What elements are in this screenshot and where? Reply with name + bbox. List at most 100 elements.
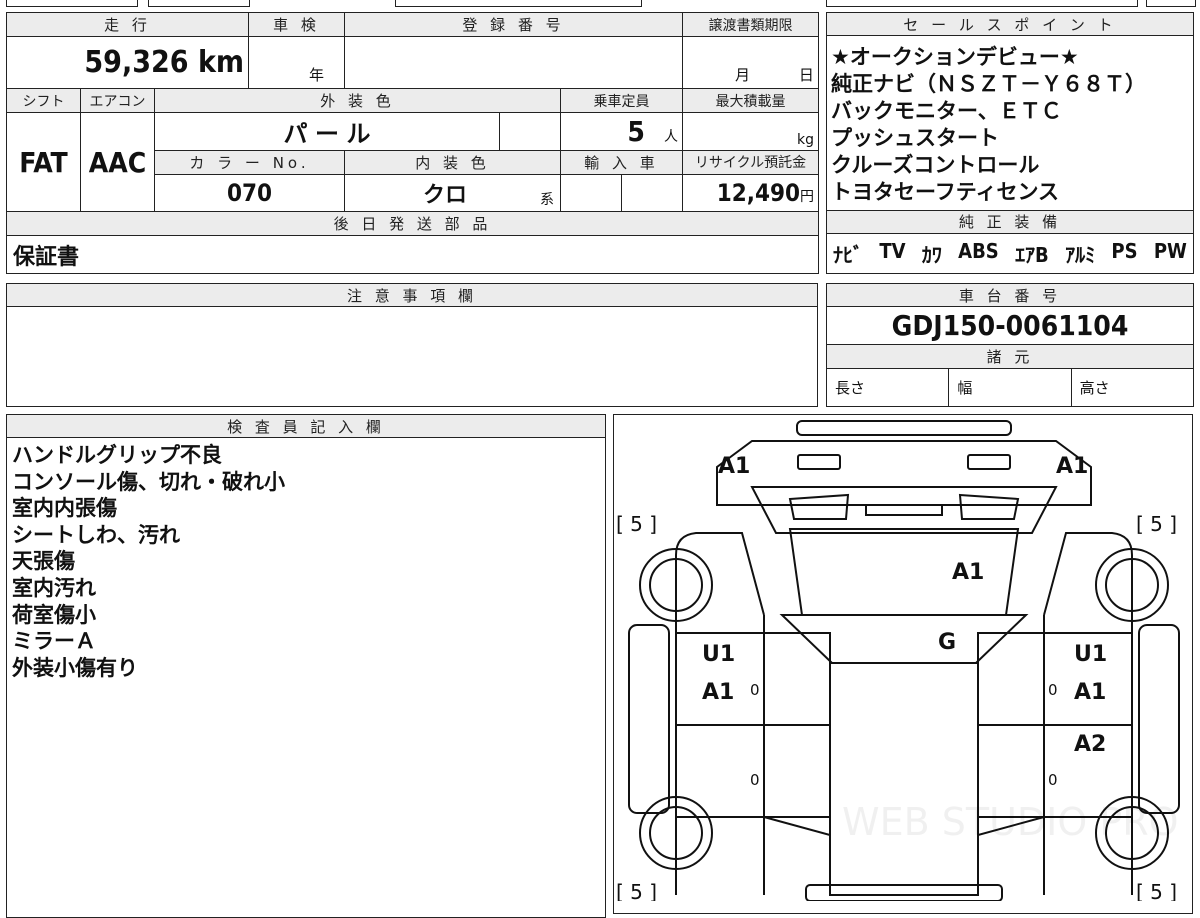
roof-shape	[829, 662, 979, 896]
later-parts-header: 後 日 発 送 部 品	[5, 211, 820, 237]
later-parts-value: 保証書	[5, 235, 820, 274]
capacity-header: 乗車定員	[560, 88, 684, 114]
spec-header: 諸 元	[826, 344, 1194, 369]
front-bumper-shape	[796, 420, 1012, 436]
interior-color-suffix: 系	[540, 192, 555, 209]
inspection-cell: 年 月	[248, 35, 346, 90]
inspector-note: 荷室傷小	[12, 602, 96, 627]
inspector-note: ハンドルグリップ不良	[12, 443, 222, 467]
tire-label-rear-right: [ 5 ]	[1136, 880, 1177, 901]
mark-windshield: G	[938, 630, 956, 655]
capacity-value: 5	[627, 114, 645, 148]
mirror-left-shape	[628, 624, 670, 814]
tread-mark: 0	[750, 681, 760, 699]
equipment-item: ｱﾙﾐ	[1065, 242, 1096, 267]
equipment-list: ﾅﾋﾞ TV ｶﾜ ABS ｴｱB ｱﾙﾐ PS PW	[826, 232, 1194, 275]
chassis-table: 車 台 番 号 GDJ150-0061104 諸 元 長さ 幅 高さ	[825, 282, 1195, 408]
headlamp-right-shape	[967, 454, 1011, 470]
spec-length: 長さ	[825, 367, 950, 408]
sales-points-body: ★オークションデビュー★ 純正ナビ（ＮＳＺＴ－Ｙ６８Ｔ） バックモニター、ＥＴＣ…	[826, 35, 1194, 211]
transfer-deadline-cell: 月 日	[682, 35, 820, 90]
mileage-value: 59,326	[84, 45, 189, 81]
spec-height: 高さ	[1070, 367, 1195, 408]
top-remnant	[395, 0, 642, 7]
sales-point-line: クルーズコントロール	[831, 153, 1040, 178]
mirror-right-shape	[1138, 624, 1180, 814]
recycle-fee-cell: 12,490円	[682, 173, 820, 213]
interior-color-header: 内 装 色	[344, 149, 562, 175]
equipment-item: PS	[1111, 238, 1138, 263]
shift-value: FAT	[6, 112, 81, 213]
sales-point-line: プッシュスタート	[831, 126, 999, 151]
inspector-header: 検 査 員 記 入 欄	[6, 414, 606, 438]
inspector-note: 天張傷	[12, 549, 75, 574]
recycle-fee-unit: 円	[800, 189, 815, 206]
exterior-color-value: パ ー ル	[153, 112, 501, 151]
max-load-cell: kg	[682, 112, 820, 151]
interior-color-value: クロ	[423, 183, 468, 209]
inspector-note: 外装小傷有り	[12, 655, 138, 680]
max-load-header: 最大積載量	[682, 88, 820, 114]
top-remnant	[826, 0, 1138, 7]
inspector-note: コンソール傷、切れ・破れ小	[12, 469, 285, 494]
cabin-shape	[779, 614, 1029, 664]
inspector-note: シートしわ、汚れ	[12, 522, 180, 547]
import-header: 輸 入 車	[560, 149, 684, 175]
hood-vent-left-shape	[788, 493, 850, 520]
hood-shape	[750, 486, 1058, 534]
chassis-number: GDJ150-0061104	[826, 306, 1194, 346]
inspector-note: 室内内張傷	[12, 496, 117, 521]
inspector-note: ミラーＡ	[12, 629, 96, 654]
equipment-item: ﾅﾋﾞ	[833, 242, 863, 267]
equipment-item: ABS	[958, 238, 999, 263]
vehicle-diagram-frame: A1 A1 A1 G U1 A1 U1 A1 A2 [ 5 ] [ 5 ] [ …	[613, 414, 1193, 914]
inspector-note: 室内汚れ	[12, 575, 96, 600]
registration-cell	[344, 35, 684, 90]
aircon-header: エアコン	[80, 88, 155, 114]
color-no-header: カ ラ ー No.	[153, 149, 346, 175]
aircon-value: AAC	[80, 112, 155, 213]
color-no-value: 070	[153, 173, 346, 213]
tread-mark: 0	[1048, 771, 1058, 789]
exterior-color-extra	[499, 112, 562, 151]
transfer-deadline-header: 譲渡書類期限	[682, 12, 820, 37]
mark-right-front-door-a: A1	[1074, 680, 1106, 705]
left-front-door-shape	[675, 632, 831, 726]
inspection-header: 車 検	[248, 12, 346, 37]
equipment-item: ｴｱB	[1015, 242, 1049, 267]
tread-mark: 0	[1048, 681, 1058, 699]
mark-hood: A1	[952, 560, 984, 585]
mark-left-front-door-a: A1	[702, 680, 734, 705]
mark-right-rear-door: A2	[1074, 732, 1106, 757]
watermark: WEB STUDIO PRO	[842, 800, 1179, 844]
tire-label-front-left: [ 5 ]	[616, 512, 657, 536]
headlamp-left-shape	[797, 454, 841, 470]
inspector-table: 検 査 員 記 入 欄 ハンドルグリップ不良 コンソール傷、切れ・破れ小 室内内…	[6, 414, 606, 918]
mark-front-left: A1	[718, 454, 750, 479]
mileage-header: 走 行	[5, 12, 250, 37]
grille-shape	[865, 504, 943, 516]
deadline-day-label: 日	[798, 66, 814, 85]
shift-header: シフト	[6, 88, 81, 114]
tread-mark: 0	[750, 771, 760, 789]
front-body-shape	[716, 440, 1092, 506]
equipment-header: 純 正 装 備	[826, 209, 1194, 234]
mileage-cell: 59,326 km	[5, 35, 250, 90]
capacity-unit: 人	[664, 128, 679, 145]
top-remnant	[6, 0, 138, 7]
mark-left-front-door-u: U1	[702, 642, 735, 667]
registration-header: 登 録 番 号	[344, 12, 684, 37]
chassis-header: 車 台 番 号	[826, 282, 1194, 308]
inspection-year-label: 年	[309, 66, 325, 85]
sales-points-header: セ ー ル ス ポ イ ン ト	[826, 11, 1194, 37]
sales-point-line: 純正ナビ（ＮＳＺＴ－Ｙ６８Ｔ）	[831, 72, 1146, 97]
equipment-item: PW	[1153, 238, 1187, 263]
hood-vent-right-shape	[958, 493, 1020, 520]
vehicle-info-table: 走 行 車 検 登 録 番 号 譲渡書類期限 59,326 km 年 月 月 日…	[5, 12, 820, 274]
vehicle-diagram: A1 A1 A1 G U1 A1 U1 A1 A2 [ 5 ] [ 5 ] [ …	[616, 420, 1180, 901]
tire-label-front-right: [ 5 ]	[1136, 512, 1177, 536]
sales-points-table: セ ー ル ス ポ イ ン ト ★オークションデビュー★ 純正ナビ（ＮＳＺＴ－Ｙ…	[826, 11, 1194, 275]
left-rear-glass-shape	[763, 816, 831, 895]
spec-width: 幅	[948, 367, 1072, 408]
sales-point-line: トヨタセーフティセンス	[831, 180, 1060, 205]
